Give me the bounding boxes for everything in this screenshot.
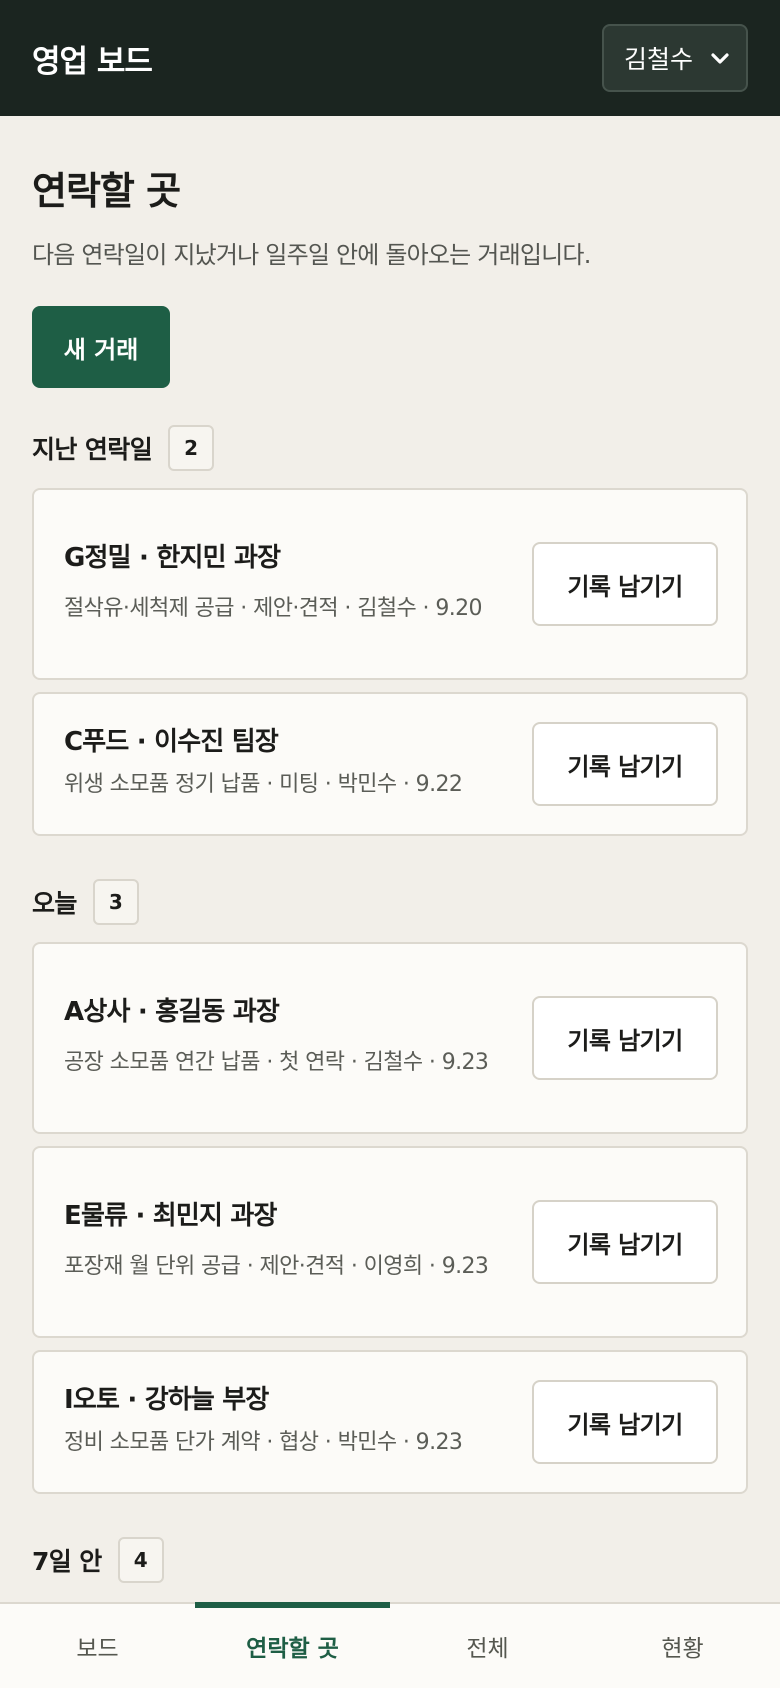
deal-card: G정밀 · 한지민 과장 절삭유·세척제 공급 · 제안·견적 · 김철수 · … xyxy=(32,488,748,680)
section-header-today: 오늘 3 xyxy=(32,878,748,926)
deal-meta: 포장재 월 단위 공급 · 제안·견적 · 이영희 · 9.23 xyxy=(64,1253,489,1279)
deal-card: C푸드 · 이수진 팀장 위생 소모품 정기 납품 · 미팅 · 박민수 · 9… xyxy=(32,692,748,836)
deal-title: E물류 · 최민지 과장 xyxy=(64,1200,277,1231)
deal-title: G정밀 · 한지민 과장 xyxy=(64,542,281,573)
deal-card: I오토 · 강하늘 부장 정비 소모품 단가 계약 · 협상 · 박민수 · 9… xyxy=(32,1350,748,1494)
deal-info: C푸드 · 이수진 팀장 위생 소모품 정기 납품 · 미팅 · 박민수 · 9… xyxy=(64,721,494,808)
log-record-button[interactable]: 기록 남기기 xyxy=(532,1380,718,1464)
deal-title: C푸드 · 이수진 팀장 xyxy=(64,726,279,757)
chevron-down-icon xyxy=(711,53,729,64)
new-deal-button[interactable]: 새 거래 xyxy=(32,306,170,388)
deal-title: I오토 · 강하늘 부장 xyxy=(64,1384,269,1415)
deal-info: G정밀 · 한지민 과장 절삭유·세척제 공급 · 제안·견적 · 김철수 · … xyxy=(64,537,494,632)
deal-info: I오토 · 강하늘 부장 정비 소모품 단가 계약 · 협상 · 박민수 · 9… xyxy=(64,1379,494,1466)
top-bar: 영업 보드 김철수 xyxy=(0,0,780,116)
count-badge: 2 xyxy=(168,425,215,471)
deal-meta: 절삭유·세척제 공급 · 제안·견적 · 김철수 · 9.20 xyxy=(64,595,483,621)
bottom-nav: 보드 연락할 곳 전체 현황 xyxy=(0,1602,780,1688)
log-record-button[interactable]: 기록 남기기 xyxy=(532,1200,718,1284)
main-content: 연락할 곳 다음 연락일이 지났거나 일주일 안에 돌아오는 거래입니다. 새 … xyxy=(0,116,780,1584)
tab-status[interactable]: 현황 xyxy=(585,1604,780,1688)
user-select[interactable]: 김철수 xyxy=(602,24,748,92)
section-title: 오늘 xyxy=(32,889,77,918)
deal-meta: 위생 소모품 정기 납품 · 미팅 · 박민수 · 9.22 xyxy=(64,771,463,797)
section-header-overdue: 지난 연락일 2 xyxy=(32,424,748,472)
deal-title: A상사 · 홍길동 과장 xyxy=(64,996,280,1027)
deal-info: E물류 · 최민지 과장 포장재 월 단위 공급 · 제안·견적 · 이영희 ·… xyxy=(64,1195,494,1290)
count-badge: 4 xyxy=(117,1537,164,1583)
page-title: 연락할 곳 xyxy=(32,169,181,213)
count-badge: 3 xyxy=(92,879,139,925)
log-record-button[interactable]: 기록 남기기 xyxy=(532,542,718,626)
deal-meta: 공장 소모품 연간 납품 · 첫 연락 · 김철수 · 9.23 xyxy=(64,1049,489,1075)
page-subtitle: 다음 연락일이 지났거나 일주일 안에 돌아오는 거래입니다. xyxy=(32,241,591,269)
tab-all[interactable]: 전체 xyxy=(390,1604,585,1688)
deal-card: E물류 · 최민지 과장 포장재 월 단위 공급 · 제안·견적 · 이영희 ·… xyxy=(32,1146,748,1338)
section-header-within-week: 7일 안 4 xyxy=(32,1536,748,1584)
deal-card: A상사 · 홍길동 과장 공장 소모품 연간 납품 · 첫 연락 · 김철수 ·… xyxy=(32,942,748,1134)
user-select-value: 김철수 xyxy=(624,45,694,74)
app-title: 영업 보드 xyxy=(32,43,153,80)
log-record-button[interactable]: 기록 남기기 xyxy=(532,722,718,806)
section-title: 지난 연락일 xyxy=(32,435,153,464)
log-record-button[interactable]: 기록 남기기 xyxy=(532,996,718,1080)
deal-meta: 정비 소모품 단가 계약 · 협상 · 박민수 · 9.23 xyxy=(64,1429,463,1455)
section-title: 7일 안 xyxy=(32,1547,102,1576)
deal-info: A상사 · 홍길동 과장 공장 소모품 연간 납품 · 첫 연락 · 김철수 ·… xyxy=(64,991,494,1086)
tab-board[interactable]: 보드 xyxy=(0,1604,195,1688)
tab-contacts[interactable]: 연락할 곳 xyxy=(195,1602,390,1688)
